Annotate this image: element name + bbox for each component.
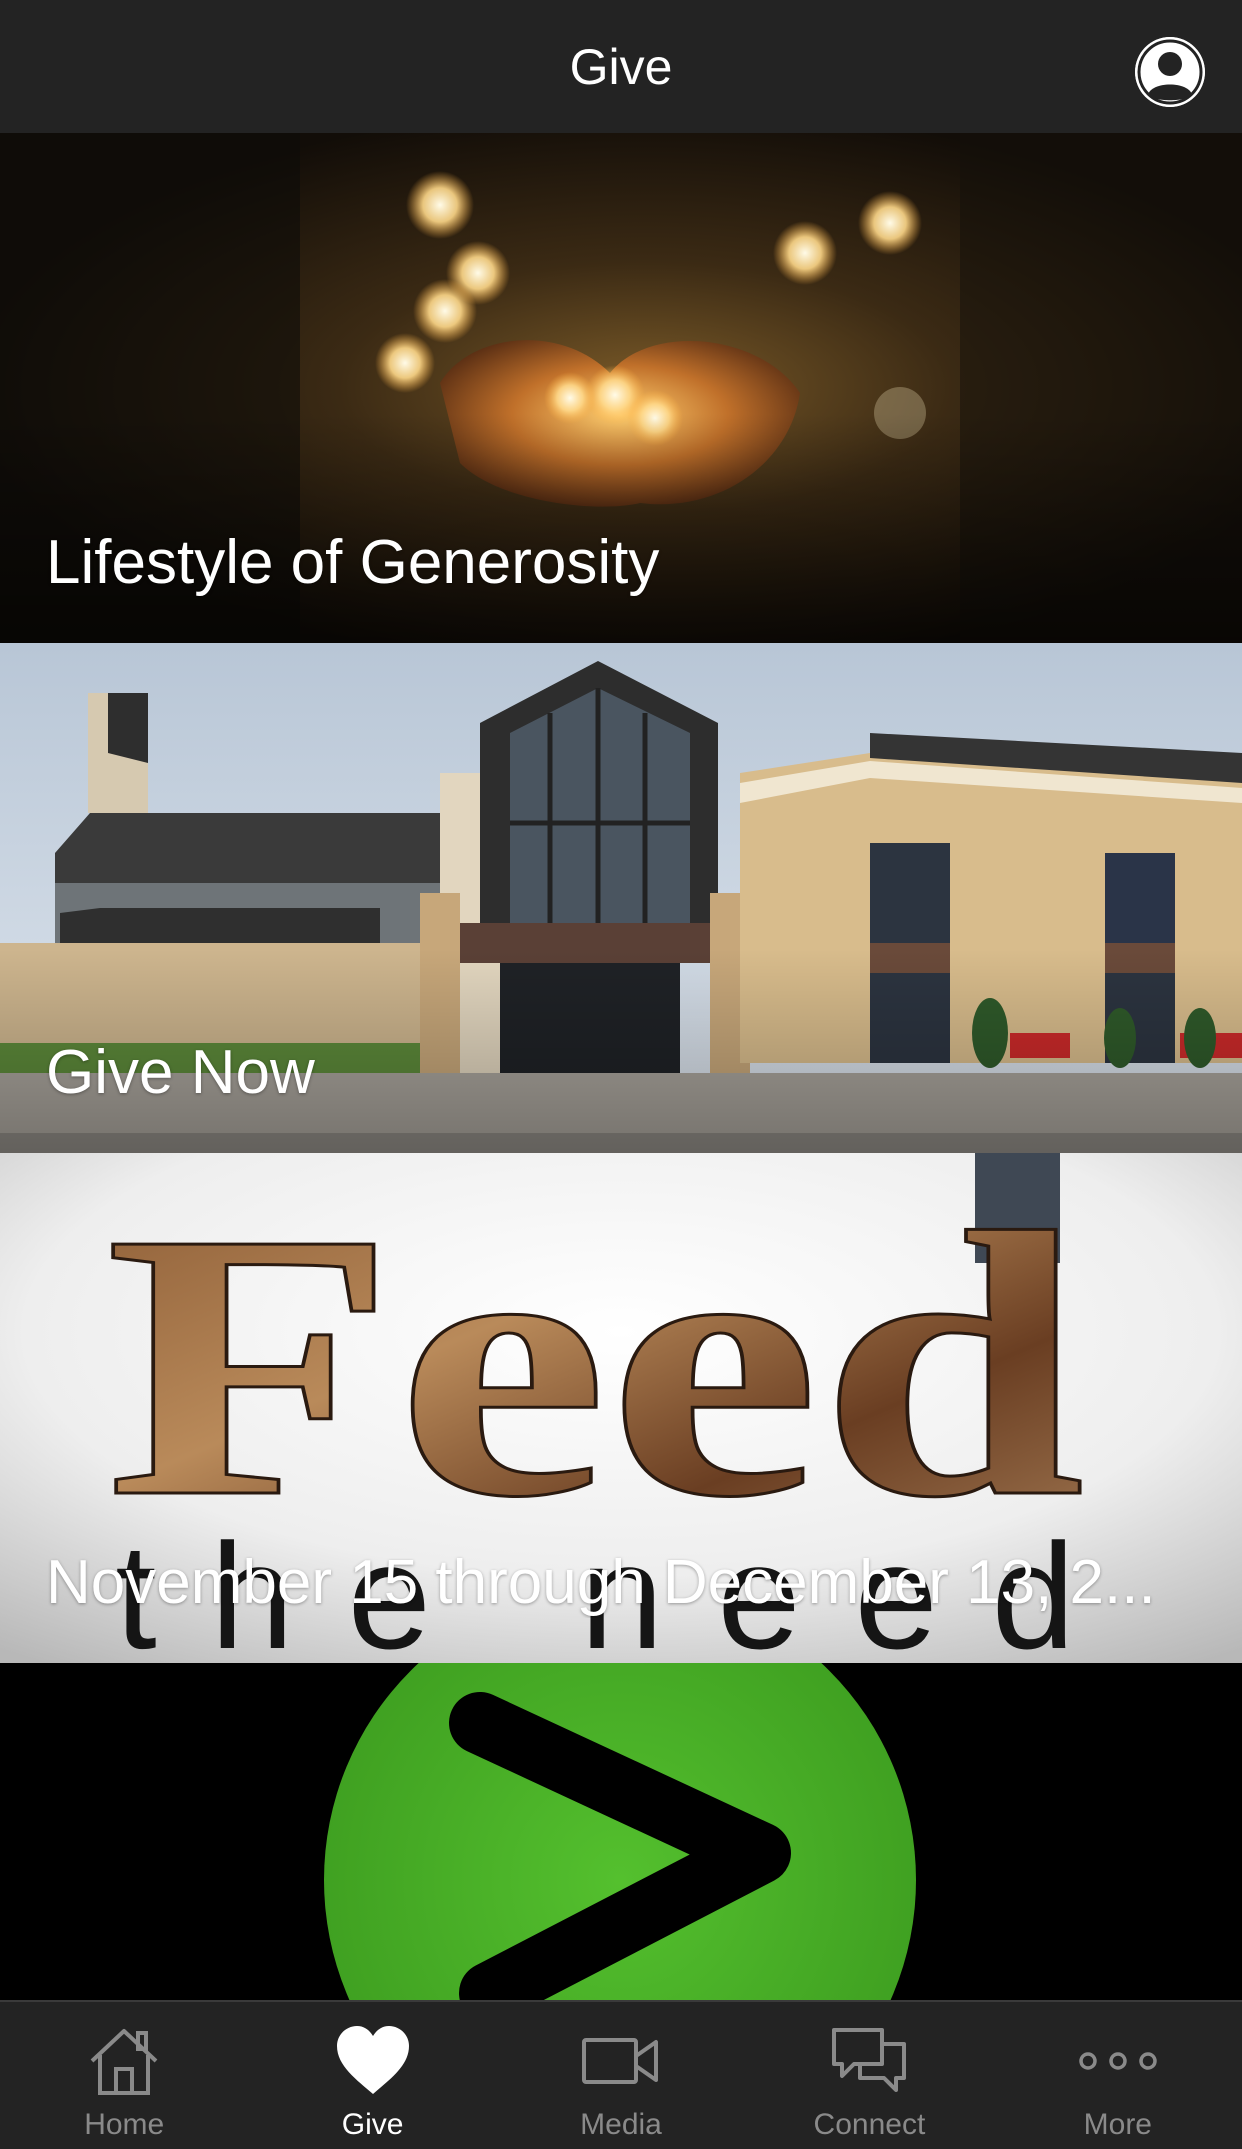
top-bar: Give [0, 0, 1242, 133]
card-title: Lifestyle of Generosity [46, 528, 660, 597]
card-title: November 15 through December 13, 2... [46, 1548, 1156, 1617]
tab-connect[interactable]: Connect [745, 2002, 993, 2149]
tab-give[interactable]: Give [248, 2002, 496, 2149]
chat-bubbles-icon [829, 2024, 909, 2098]
profile-button[interactable] [1135, 37, 1205, 107]
card-lifestyle-of-generosity[interactable]: Lifestyle of Generosity [0, 133, 1242, 643]
tab-label: Home [84, 2108, 165, 2141]
card-give-now[interactable]: Give Now [0, 643, 1242, 1153]
card-title: Give Now [46, 1038, 315, 1107]
user-circle-icon [1135, 37, 1205, 107]
card-feed-the-need[interactable]: Feed the need November 15 through Decemb… [0, 1153, 1242, 1663]
more-dots-icon [1078, 2024, 1158, 2098]
tab-label: Media [580, 2108, 662, 2141]
heart-icon [333, 2024, 413, 2098]
green-circle-image [0, 1663, 1242, 2000]
tab-label: Connect [813, 2108, 926, 2141]
page-title: Give [569, 38, 673, 95]
home-icon [84, 2024, 164, 2098]
tab-label: More [1083, 2108, 1152, 2141]
tab-home[interactable]: Home [0, 2002, 248, 2149]
bottom-tab-bar: Home Give Media Connect More [0, 2000, 1242, 2149]
tab-more[interactable]: More [994, 2002, 1242, 2149]
tab-label: Give [341, 2108, 404, 2141]
card-green-graphic[interactable] [0, 1663, 1242, 2000]
app-screen: Give Lifestyle of Generosity Give Now Fe… [0, 0, 1242, 2149]
video-camera-icon [581, 2024, 661, 2098]
tab-media[interactable]: Media [497, 2002, 745, 2149]
